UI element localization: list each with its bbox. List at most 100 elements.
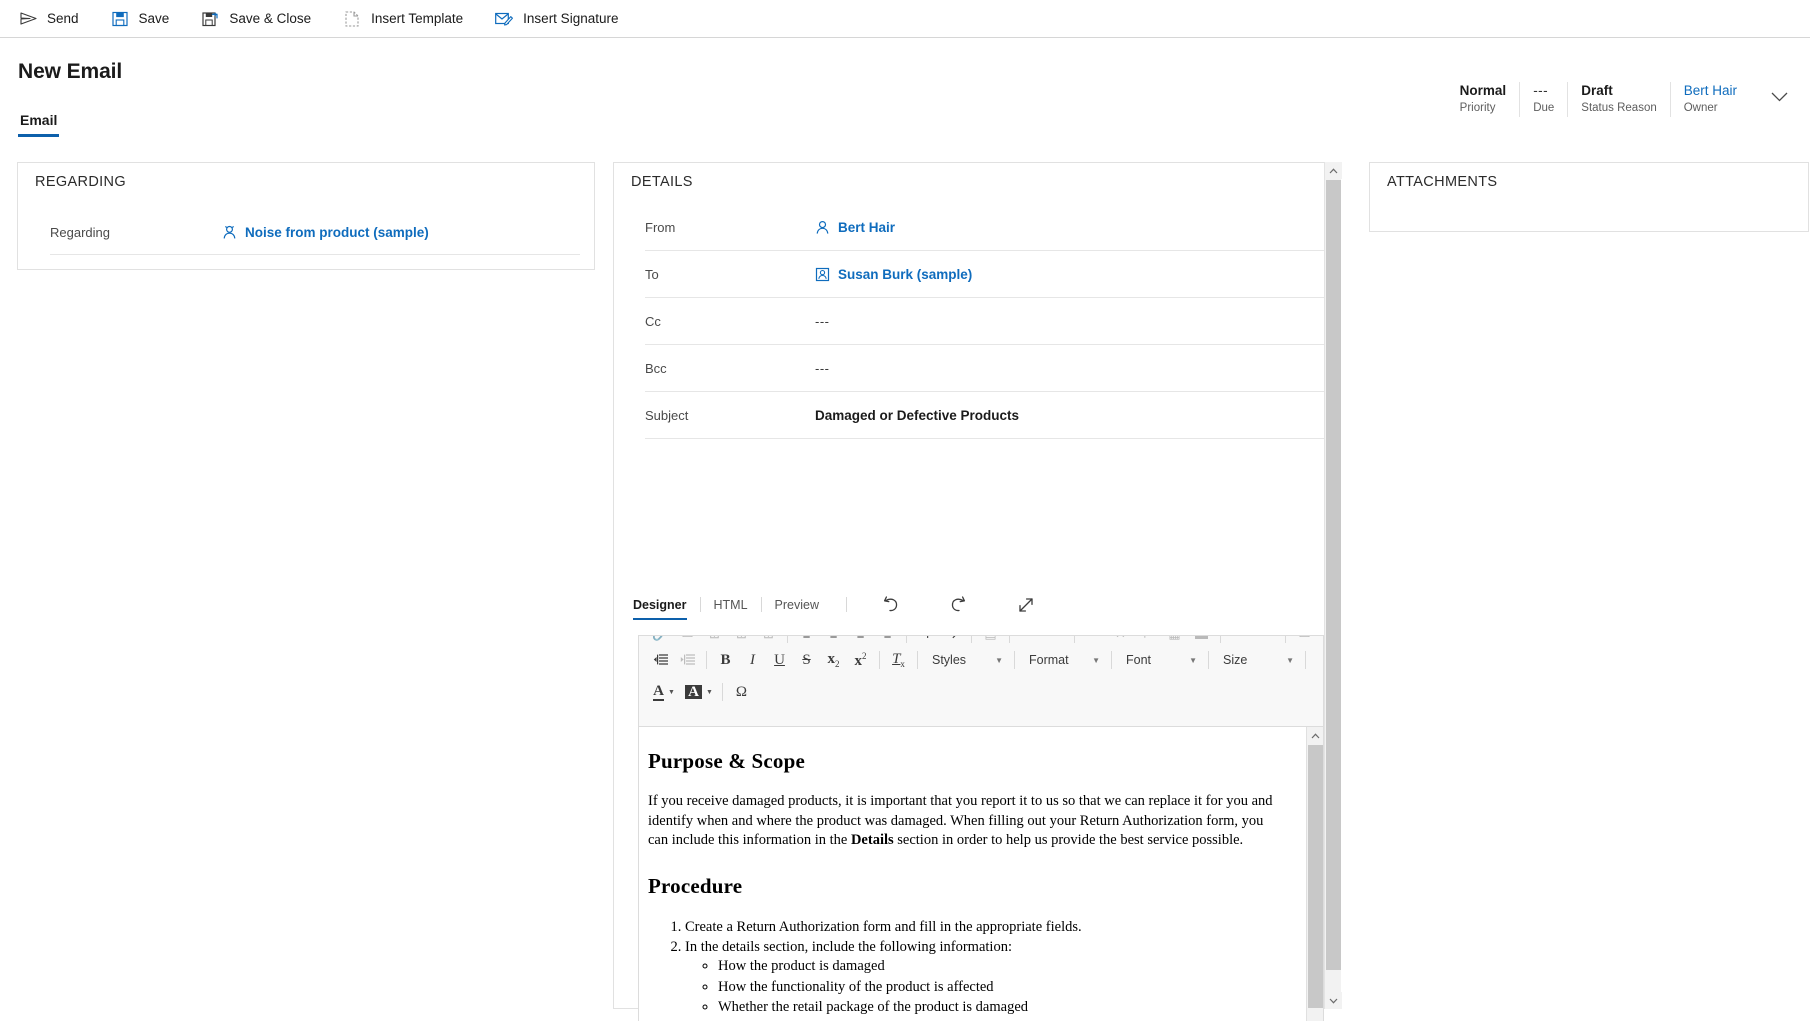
from-value[interactable]: Bert Hair — [815, 220, 895, 235]
details-section-title: DETAILS — [631, 174, 693, 190]
scroll-up-icon[interactable] — [1325, 162, 1342, 179]
status-reason-label: Status Reason — [1581, 100, 1656, 117]
send-button[interactable]: Send — [14, 0, 92, 38]
header-meta-priority[interactable]: Normal Priority — [1447, 82, 1520, 117]
image-block-icon[interactable]: ▬ — [1188, 636, 1215, 648]
save-and-close-button[interactable]: Save & Close — [196, 0, 324, 38]
editor-content-scrollbar[interactable] — [1306, 727, 1323, 1021]
tab-designer-label: Designer — [633, 598, 687, 612]
details-row-bcc[interactable]: Bcc --- — [645, 345, 1325, 392]
regarding-section: REGARDING Regarding Noise from product (… — [17, 162, 595, 270]
bcc-label: Bcc — [645, 361, 815, 376]
subject-value[interactable]: Damaged or Defective Products — [815, 408, 1019, 423]
insert-signature-button[interactable]: Insert Signature — [490, 0, 631, 38]
quote-close-icon[interactable]: ❞ — [1042, 636, 1069, 648]
remove-format-icon[interactable]: ✕ — [1107, 636, 1134, 648]
body-paragraph-intro: If you receive damaged products, it is i… — [648, 792, 1286, 850]
format-dropdown[interactable]: Format ▼ — [1020, 648, 1106, 672]
form-scrollbar[interactable] — [1324, 162, 1341, 1009]
details-row-subject[interactable]: Subject Damaged or Defective Products — [645, 392, 1325, 439]
bcc-value[interactable]: --- — [815, 361, 830, 376]
background-color-icon[interactable]: A ▼ — [681, 679, 717, 706]
page-break-icon[interactable]: ⌐ — [1134, 636, 1161, 648]
header-meta-owner[interactable]: Bert Hair Owner — [1670, 82, 1750, 117]
person-icon — [815, 220, 830, 235]
block-icon[interactable]: ▭ — [1291, 636, 1318, 648]
styles-dropdown[interactable]: Styles ▼ — [923, 648, 1009, 672]
scroll-up-icon[interactable] — [1307, 727, 1324, 744]
insert-template-button[interactable]: Insert Template — [338, 0, 476, 38]
horizontal-rule-icon[interactable]: — — [1080, 636, 1107, 648]
table-grid-icon[interactable]: ▦ — [1161, 636, 1188, 648]
redo-small-icon[interactable]: ↳ — [939, 636, 966, 648]
paste-text-icon[interactable]: ▤ — [977, 636, 1004, 648]
undo-small-icon[interactable]: ↰ — [912, 636, 939, 648]
tab-email[interactable]: Email — [18, 112, 59, 137]
regarding-field-row[interactable]: Regarding Noise from product (sample) — [50, 211, 580, 255]
size-dropdown[interactable]: Size ▼ — [1214, 648, 1300, 672]
rte-content-area[interactable]: Purpose & Scope If you receive damaged p… — [639, 727, 1324, 1021]
toolbar-sep-1 — [706, 651, 707, 669]
decrease-indent-icon[interactable] — [647, 647, 674, 674]
chevron-down-icon[interactable] — [1766, 84, 1792, 110]
toolbar-sep-c — [971, 636, 972, 643]
contact-person-icon — [222, 225, 237, 240]
owner-value[interactable]: Bert Hair — [1684, 82, 1737, 100]
header-meta-status-reason[interactable]: Draft Status Reason — [1567, 82, 1669, 117]
numbered-list-icon[interactable]: ≔ — [1226, 636, 1253, 648]
details-field-list: From Bert Hair To — [645, 204, 1325, 439]
remove-formatting-icon[interactable]: Tx — [885, 647, 912, 674]
insert-signature-label: Insert Signature — [523, 11, 618, 26]
details-row-cc[interactable]: Cc --- — [645, 298, 1325, 345]
italic-icon[interactable]: I — [739, 647, 766, 674]
tab-designer[interactable]: Designer — [631, 597, 700, 620]
editor-tool-buttons — [873, 592, 1077, 618]
bullet-list-icon[interactable]: ≕ — [1253, 636, 1280, 648]
regarding-field-value[interactable]: Noise from product (sample) — [222, 225, 429, 240]
procedure-step: In the details section, include the foll… — [685, 938, 1286, 1021]
expand-icon[interactable] — [1009, 592, 1043, 618]
send-label: Send — [47, 11, 79, 26]
to-label: To — [645, 267, 815, 282]
font-dropdown[interactable]: Font ▼ — [1117, 648, 1203, 672]
quote-open-icon[interactable]: ❝ — [1015, 636, 1042, 648]
regarding-section-title: REGARDING — [35, 174, 126, 190]
superscript-icon[interactable]: x2 — [847, 647, 874, 674]
body-heading-purpose-scope: Purpose & Scope — [648, 747, 1286, 775]
subject-label: Subject — [645, 408, 815, 423]
tab-email-label: Email — [20, 112, 57, 128]
text-color-icon[interactable]: A ▼ — [647, 679, 681, 706]
email-body-content[interactable]: Purpose & Scope If you receive damaged p… — [639, 727, 1304, 1021]
editor-scrollbar-thumb[interactable] — [1308, 745, 1323, 1008]
increase-indent-icon[interactable] — [674, 647, 701, 674]
tab-preview-label: Preview — [775, 598, 819, 612]
form-scrollbar-thumb[interactable] — [1326, 180, 1341, 970]
procedure-sub-item: How the product is damaged — [718, 957, 1286, 976]
subscript-icon[interactable]: x2 — [820, 647, 847, 674]
to-link[interactable]: Susan Burk (sample) — [838, 267, 972, 282]
toolbar-sep-7 — [1305, 651, 1306, 669]
details-row-to[interactable]: To Susan Burk (sample) — [645, 251, 1325, 298]
redo-icon[interactable] — [941, 592, 975, 618]
header-meta-due[interactable]: --- Due — [1519, 82, 1567, 117]
strikethrough-icon[interactable]: S — [793, 647, 820, 674]
from-link[interactable]: Bert Hair — [838, 220, 895, 235]
toolbar-sep-g — [1285, 636, 1286, 643]
tab-preview[interactable]: Preview — [762, 597, 832, 620]
editor-tab-separator-3 — [846, 597, 847, 612]
procedure-sub-item: Whether the retail package of the produc… — [718, 998, 1286, 1017]
bold-icon[interactable]: B — [712, 647, 739, 674]
cc-value[interactable]: --- — [815, 314, 830, 329]
scroll-down-icon[interactable] — [1325, 992, 1342, 1009]
undo-icon[interactable] — [873, 592, 907, 618]
toolbar-sep-f — [1220, 636, 1221, 643]
special-character-icon[interactable]: Ω — [728, 679, 755, 706]
tab-html[interactable]: HTML — [701, 597, 761, 620]
details-row-from[interactable]: From Bert Hair — [645, 204, 1325, 251]
underline-icon[interactable]: U — [766, 647, 793, 674]
to-value[interactable]: Susan Burk (sample) — [815, 267, 972, 282]
save-button[interactable]: Save — [106, 0, 183, 38]
priority-value: Normal — [1460, 82, 1507, 100]
regarding-link[interactable]: Noise from product (sample) — [245, 225, 429, 240]
toolbar-sep-5 — [1111, 651, 1112, 669]
